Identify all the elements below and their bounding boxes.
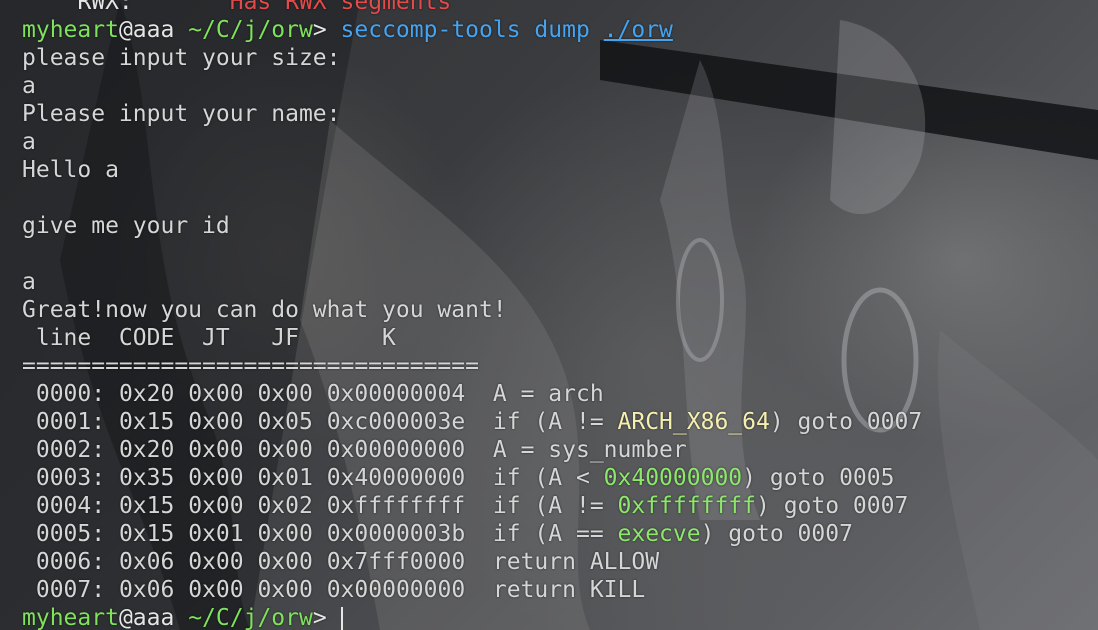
seccomp-rule-row: 0001: 0x15 0x00 0x05 0xc000003e if (A !=…: [35, 409, 923, 435]
output-line: give me your id: [22, 213, 230, 239]
rule-stmt-post: ) goto 0007: [769, 409, 923, 435]
rule-code: 0x15: [118, 521, 175, 547]
rule-addr: 0003: [35, 465, 92, 491]
dump-header: line CODE JT JF K: [22, 325, 396, 351]
rule-jt: 0x00: [188, 549, 244, 575]
rule-stmt-post: ) goto 0007: [756, 493, 909, 519]
rule-jf: 0x01: [257, 465, 313, 491]
rule-stmt-pre: A = arch: [492, 381, 604, 407]
rule-jf: 0x00: [257, 549, 313, 575]
rule-jf: 0x00: [257, 381, 313, 407]
rule-addr: 0001: [35, 409, 92, 435]
seccomp-rule-row: 0000: 0x20 0x00 0x00 0x00000004 A = arch: [35, 381, 604, 407]
rule-k: 0x00000004: [326, 381, 466, 407]
prompt-line[interactable]: myheart@aaa ~/C/j/orw>: [22, 604, 922, 630]
prompt-at: @: [118, 605, 133, 630]
rule-stmt-pre: return ALLOW: [492, 549, 660, 575]
rwx-label: RWX:: [77, 0, 133, 15]
seccomp-rule-row: 0004: 0x15 0x00 0x02 0xffffffff if (A !=…: [35, 493, 909, 519]
rule-stmt-highlight: execve: [617, 521, 701, 547]
rule-jf: 0x02: [257, 493, 313, 519]
output-line: a: [22, 73, 36, 99]
rule-stmt-highlight: 0x40000000: [603, 465, 743, 491]
prompt-arrow: >: [312, 17, 327, 43]
rule-jt: 0x00: [188, 465, 244, 491]
rule-jt: 0x00: [188, 409, 244, 435]
command-line: myheart@aaa ~/C/j/orw> seccomp-tools dum…: [22, 16, 922, 44]
rule-stmt-pre: if (A <: [492, 465, 604, 491]
rule-stmt-highlight: 0xffffffff: [617, 493, 756, 519]
command-target[interactable]: ./orw: [604, 17, 673, 43]
rule-addr: 0005: [35, 521, 92, 547]
rule-code: 0x06: [118, 549, 175, 575]
rwx-line: RWX: Has RWX segments: [22, 0, 922, 16]
terminal-output: RWX: Has RWX segments myheart@aaa ~/C/j/…: [22, 0, 922, 630]
rule-jf: 0x00: [257, 521, 313, 547]
rule-addr: 0007: [35, 577, 92, 603]
rule-stmt-pre: A = sys_number: [492, 437, 687, 463]
rule-stmt-pre: if (A ==: [492, 521, 618, 547]
rule-jt: 0x00: [188, 493, 244, 519]
rule-stmt-pre: return KILL: [492, 577, 646, 603]
prompt-host: aaa: [132, 605, 175, 630]
output-line: a: [22, 269, 36, 295]
rule-code: 0x20: [118, 381, 175, 407]
rule-k: 0x00000000: [326, 437, 466, 463]
rule-jt: 0x00: [188, 577, 244, 603]
seccomp-rule-row: 0005: 0x15 0x01 0x00 0x0000003b if (A ==…: [35, 521, 853, 547]
rule-jt: 0x01: [188, 521, 244, 547]
rule-addr: 0004: [35, 493, 92, 519]
output-line: Hello a: [22, 157, 119, 183]
rule-stmt-post: ) goto 0007: [700, 521, 853, 547]
seccomp-rule-row: 0006: 0x06 0x00 0x00 0x7fff0000 return A…: [35, 549, 660, 575]
rule-stmt-pre: if (A !=: [492, 493, 618, 519]
prompt-host: aaa: [132, 17, 175, 43]
seccomp-rule-row: 0003: 0x35 0x00 0x01 0x40000000 if (A < …: [35, 465, 895, 491]
rule-jt: 0x00: [188, 437, 244, 463]
output-line: Great!now you can do what you want!: [22, 297, 507, 323]
output-line: a: [22, 129, 36, 155]
rule-code: 0x15: [118, 493, 175, 519]
prompt-path: ~/C/j/orw: [188, 605, 313, 630]
seccomp-rule-row: 0007: 0x06 0x00 0x00 0x00000000 return K…: [35, 577, 646, 603]
rule-code: 0x20: [118, 437, 175, 463]
rule-k: 0x7fff0000: [326, 549, 466, 575]
rule-addr: 0002: [35, 437, 92, 463]
command-subcommand: dump: [534, 17, 590, 43]
rule-k: 0x00000000: [326, 577, 466, 603]
rwx-value: Has RWX segments: [229, 0, 452, 15]
rule-code: 0x15: [118, 409, 175, 435]
rule-jf: 0x00: [257, 437, 313, 463]
rule-code: 0x35: [118, 465, 175, 491]
command-tool: seccomp-tools: [340, 17, 521, 43]
rule-stmt-pre: if (A !=: [492, 409, 618, 435]
rule-jf: 0x00: [257, 577, 313, 603]
rule-k: 0x40000000: [326, 465, 466, 491]
output-line: Please input your name:: [22, 101, 341, 127]
rule-jt: 0x00: [188, 381, 244, 407]
rule-code: 0x06: [118, 577, 175, 603]
rule-stmt-post: ) goto 0005: [742, 465, 895, 491]
prompt-arrow: >: [312, 605, 327, 630]
rule-addr: 0006: [35, 549, 92, 575]
rule-addr: 0000: [35, 381, 92, 407]
prompt-user: myheart: [22, 17, 119, 43]
rule-jf: 0x05: [257, 409, 313, 435]
text-cursor: [340, 606, 343, 630]
dump-separator: =================================: [22, 353, 479, 379]
rule-k: 0xc000003e: [326, 409, 466, 435]
seccomp-rule-row: 0002: 0x20 0x00 0x00 0x00000000 A = sys_…: [35, 437, 687, 463]
output-line: please input your size:: [22, 45, 341, 71]
seccomp-rules: 0000: 0x20 0x00 0x00 0x00000004 A = arch…: [22, 380, 922, 604]
prompt-user: myheart: [22, 605, 119, 630]
rule-k: 0xffffffff: [326, 493, 466, 519]
rule-stmt-highlight: ARCH_X86_64: [617, 409, 770, 435]
prompt-path: ~/C/j/orw: [188, 17, 313, 43]
prompt-at: @: [118, 17, 133, 43]
terminal-window[interactable]: RWX: Has RWX segments myheart@aaa ~/C/j/…: [0, 0, 1098, 630]
rule-k: 0x0000003b: [326, 521, 466, 547]
